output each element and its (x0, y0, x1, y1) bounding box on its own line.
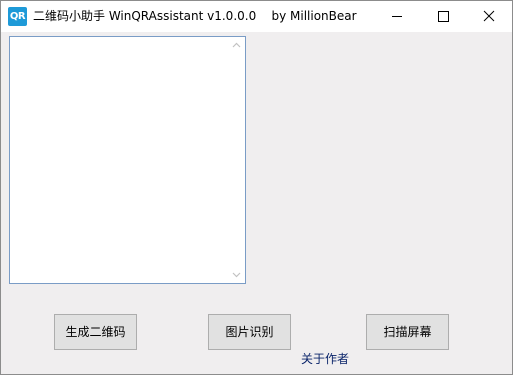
about-author-link[interactable]: 关于作者 (301, 351, 349, 367)
chevron-up-icon (232, 42, 241, 48)
minimize-icon (392, 16, 402, 17)
vertical-scrollbar[interactable] (228, 37, 245, 283)
close-button[interactable] (466, 1, 512, 32)
window-title: 二维码小助手 WinQRAssistant v1.0.0.0 by Millio… (33, 9, 357, 23)
client-area: 生成二维码 图片识别 扫描屏幕 关于作者 (1, 32, 512, 374)
qr-text-area[interactable] (9, 36, 246, 284)
image-recognize-button[interactable]: 图片识别 (208, 314, 291, 350)
qr-text-content[interactable] (10, 37, 228, 283)
scroll-down-arrow[interactable] (228, 266, 245, 283)
chevron-down-icon (232, 272, 241, 278)
maximize-icon (438, 11, 449, 22)
scroll-up-arrow[interactable] (228, 37, 245, 54)
maximize-button[interactable] (420, 1, 466, 32)
qr-app-icon[interactable]: QR (8, 7, 27, 26)
generate-qr-button[interactable]: 生成二维码 (54, 314, 137, 350)
close-icon (483, 10, 495, 22)
app-window: QR 二维码小助手 WinQRAssistant v1.0.0.0 by Mil… (0, 0, 513, 375)
scan-screen-button[interactable]: 扫描屏幕 (366, 314, 449, 350)
minimize-button[interactable] (374, 1, 420, 32)
title-bar[interactable]: QR 二维码小助手 WinQRAssistant v1.0.0.0 by Mil… (1, 1, 512, 32)
